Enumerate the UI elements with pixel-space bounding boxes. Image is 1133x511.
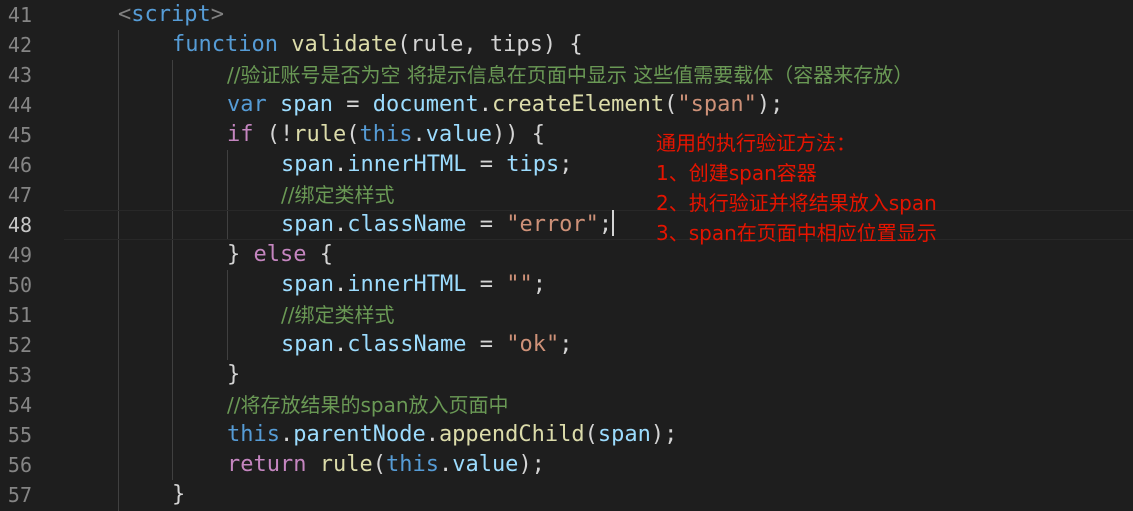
code-line[interactable]: 50 span.innerHTML = ""; [0, 270, 1133, 300]
code-text: span.innerHTML = tips; [281, 152, 573, 177]
annotation-step: 3、span在页面中相应位置显示 [656, 221, 937, 245]
code-text: <script> [118, 2, 224, 27]
code-text: this.parentNode.appendChild(span); [227, 422, 678, 447]
line-number: 48 [7, 213, 32, 237]
code-line[interactable]: 41 <script> [0, 0, 1133, 30]
line-number: 42 [7, 33, 32, 57]
code-line[interactable]: 46 span.innerHTML = tips; [0, 150, 1133, 180]
line-number: 46 [7, 153, 32, 177]
line-number: 53 [7, 363, 32, 387]
code-line[interactable]: 52 span.className = "ok"; [0, 330, 1133, 360]
code-line[interactable]: 47 //绑定类样式 [0, 180, 1133, 210]
code-editor[interactable]: 41 <script> 42 function validate(rule, t… [0, 0, 1133, 511]
code-line[interactable]: 56 return rule(this.value); [0, 450, 1133, 480]
code-line[interactable]: 45 if (!rule(this.value)) { [0, 120, 1133, 150]
annotation-step: 2、执行验证并将结果放入span [656, 191, 937, 215]
line-number: 41 [7, 3, 32, 27]
code-text: return rule(this.value); [227, 452, 545, 477]
line-number: 43 [7, 63, 32, 87]
line-number: 45 [7, 123, 32, 147]
line-number: 56 [7, 453, 32, 477]
line-number: 44 [7, 93, 32, 117]
code-line[interactable]: 51 //绑定类样式 [0, 300, 1133, 330]
code-text: span.className = "ok"; [281, 332, 573, 357]
code-line[interactable]: 44 var span = document.createElement("sp… [0, 90, 1133, 120]
code-line[interactable]: 42 function validate(rule, tips) { [0, 30, 1133, 60]
code-line[interactable]: 49 } else { [0, 240, 1133, 270]
annotation-note: 通用的执行验证方法： 1、创建span容器 2、执行验证并将结果放入span 3… [656, 128, 937, 248]
line-number: 57 [7, 483, 32, 507]
code-text: span.className = "error"; [281, 210, 615, 237]
code-text: } else { [227, 242, 333, 267]
code-text: //验证账号是否为空 将提示信息在页面中显示 这些值需要载体（容器来存放） [227, 63, 914, 87]
code-line[interactable]: 43 //验证账号是否为空 将提示信息在页面中显示 这些值需要载体（容器来存放） [0, 60, 1133, 90]
code-text: } [227, 362, 241, 387]
line-number: 50 [7, 273, 32, 297]
code-text: } [172, 482, 186, 507]
line-number: 52 [7, 333, 32, 357]
code-line[interactable]: 54 //将存放结果的span放入页面中 [0, 390, 1133, 420]
code-line[interactable]: 55 this.parentNode.appendChild(span); [0, 420, 1133, 450]
text-cursor [612, 210, 615, 236]
code-text: //将存放结果的span放入页面中 [227, 393, 509, 417]
code-text: //绑定类样式 [281, 183, 395, 207]
code-line[interactable]: 57 } [0, 480, 1133, 510]
line-number: 55 [7, 423, 32, 447]
code-text: span.innerHTML = ""; [281, 272, 546, 297]
line-number: 49 [7, 243, 32, 267]
line-number: 51 [7, 303, 32, 327]
annotation-title: 通用的执行验证方法： [656, 131, 856, 155]
line-number: 54 [7, 393, 32, 417]
code-text: if (!rule(this.value)) { [227, 122, 545, 147]
code-text: function validate(rule, tips) { [172, 32, 583, 57]
code-line[interactable]: 53 } [0, 360, 1133, 390]
code-text: var span = document.createElement("span"… [227, 92, 784, 117]
line-number: 47 [7, 183, 32, 207]
code-line-current[interactable]: 48 span.className = "error"; [0, 210, 1133, 240]
code-text: //绑定类样式 [281, 303, 395, 327]
annotation-step: 1、创建span容器 [656, 161, 817, 185]
